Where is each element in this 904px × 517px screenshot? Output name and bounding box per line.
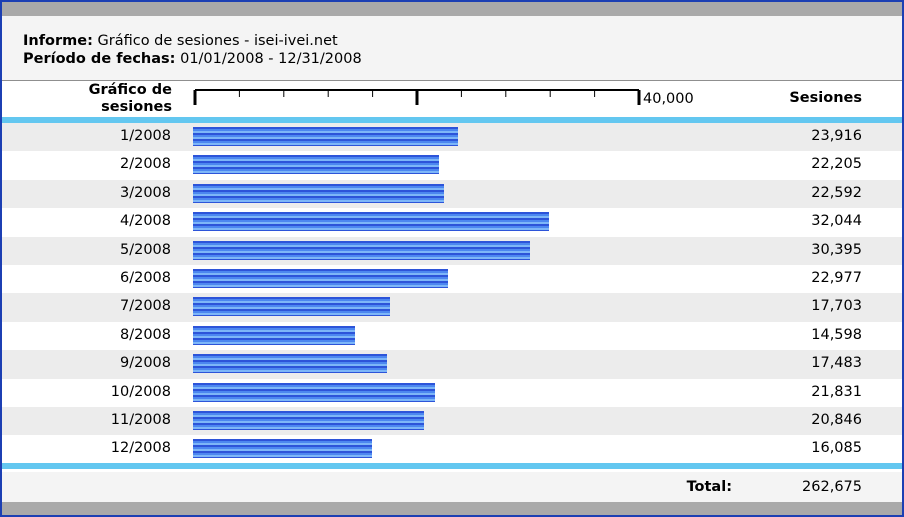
session-bar [193, 127, 459, 146]
session-bar [193, 212, 549, 232]
session-bar [193, 297, 390, 317]
session-bar [193, 411, 425, 430]
session-bar [193, 439, 372, 459]
session-bar [193, 382, 436, 402]
accent-line-bottom [2, 463, 902, 469]
table-row: 10/2008 21,831 [2, 379, 902, 407]
month-label: 2/2008 [119, 156, 171, 173]
session-value: 17,703 [811, 298, 862, 315]
session-value: 20,846 [811, 412, 862, 428]
month-label: 12/2008 [110, 440, 171, 457]
session-value: 32,044 [811, 213, 862, 230]
month-label: 8/2008 [119, 326, 171, 343]
table-row: 9/2008 17,483 [2, 350, 902, 379]
session-value: 14,598 [811, 326, 862, 343]
session-value: 21,831 [811, 383, 862, 400]
session-bar [193, 183, 444, 203]
table-row: 2/2008 22,205 [2, 151, 902, 179]
month-label: 9/2008 [119, 355, 171, 372]
column-header: Gráfico de sesiones 40,000 Sesiones [2, 81, 902, 117]
month-label: 1/2008 [119, 128, 171, 144]
top-bar [2, 2, 902, 16]
session-value: 23,916 [811, 128, 862, 144]
total-value: 262,675 [802, 479, 862, 495]
session-bar [193, 155, 440, 175]
session-bar [193, 269, 449, 288]
totals-row: Total: 262,675 [2, 472, 902, 502]
table-row: 7/2008 17,703 [2, 293, 902, 322]
session-value: 22,592 [811, 184, 862, 201]
table-row: 1/2008 23,916 [2, 123, 902, 152]
session-bar [193, 325, 356, 345]
informe-label: Informe: [23, 33, 93, 49]
session-value: 22,205 [811, 156, 862, 173]
period-line: Período de fechas: 01/01/2008 - 12/31/20… [23, 51, 362, 67]
sessions-column-label: Sesiones [789, 90, 862, 106]
month-label: 3/2008 [119, 184, 171, 201]
month-label: 4/2008 [119, 213, 171, 230]
session-bar [193, 354, 388, 374]
table-row: 8/2008 14,598 [2, 322, 902, 350]
chart-column-label: Gráfico de sesiones [88, 82, 172, 115]
period-value: 01/01/2008 - 12/31/2008 [180, 51, 362, 67]
session-bar [193, 240, 531, 260]
axis-max-label: 40,000 [643, 91, 694, 107]
report-header: Informe: Gráfico de sesiones - isei-ivei… [2, 16, 902, 80]
session-value: 22,977 [811, 270, 862, 286]
table-row: 5/2008 30,395 [2, 236, 902, 265]
table-row: 6/2008 22,977 [2, 265, 902, 293]
session-value: 30,395 [811, 241, 862, 258]
table-row: 4/2008 32,044 [2, 208, 902, 236]
axis-scale [193, 89, 641, 105]
informe-value: Gráfico de sesiones - isei-ivei.net [97, 33, 338, 49]
report-frame: Informe: Gráfico de sesiones - isei-ivei… [0, 0, 904, 517]
month-label: 6/2008 [119, 270, 171, 286]
month-label: 11/2008 [110, 412, 171, 428]
total-label: Total: [686, 479, 732, 495]
table-row: 3/2008 22,592 [2, 179, 902, 209]
session-value: 16,085 [811, 440, 862, 457]
report-name-line: Informe: Gráfico de sesiones - isei-ivei… [23, 33, 338, 49]
bottom-bar [2, 502, 902, 515]
month-label: 7/2008 [119, 298, 171, 315]
period-label: Período de fechas: [23, 51, 176, 67]
session-value: 17,483 [811, 355, 862, 372]
table-row: 11/2008 20,846 [2, 407, 902, 436]
table-row: 12/2008 16,085 [2, 435, 902, 463]
month-label: 10/2008 [110, 383, 171, 400]
month-label: 5/2008 [119, 241, 171, 258]
